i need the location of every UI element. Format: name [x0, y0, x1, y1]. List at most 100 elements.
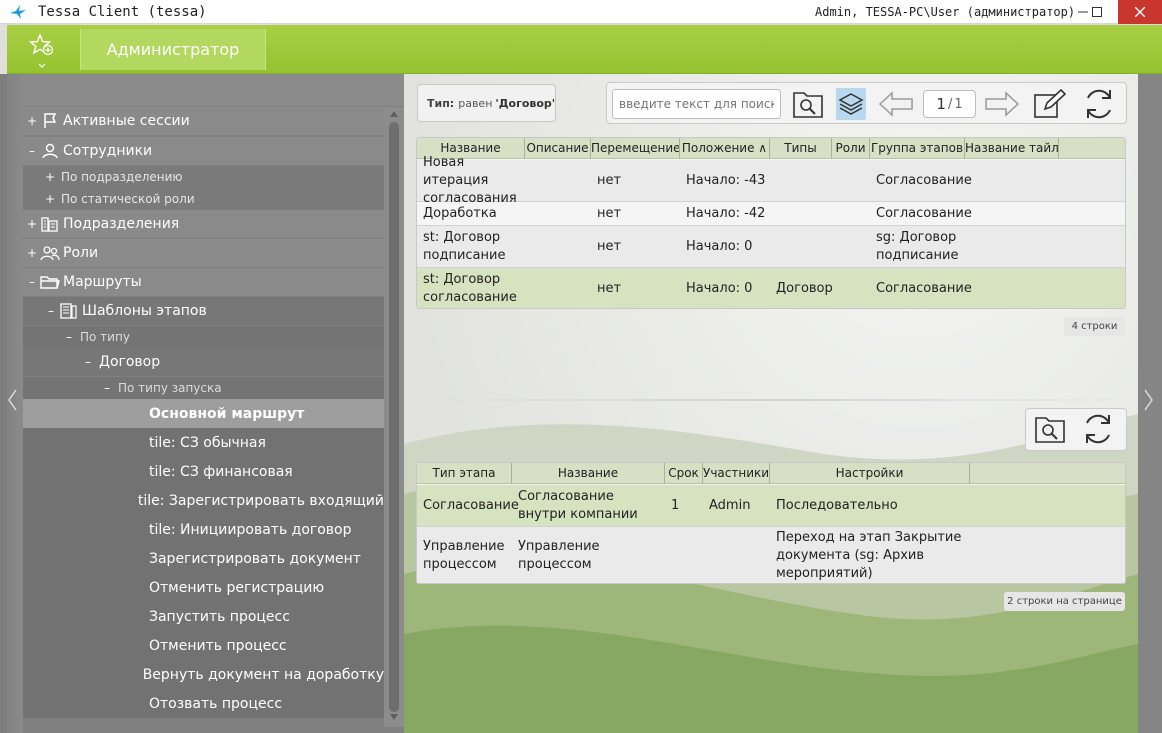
page-indicator[interactable]: 1/1	[923, 90, 976, 118]
chevron-left-icon[interactable]	[6, 388, 20, 412]
tree-item[interactable]: + Роли	[23, 239, 384, 267]
table-cell: Admin	[709, 498, 751, 513]
tree-item[interactable]: + По подразделению	[23, 166, 384, 188]
hierarchy-toggle-button[interactable]	[836, 88, 866, 120]
tree-item-label: По подразделению	[61, 170, 183, 184]
column-header[interactable]: Тип этапа	[417, 463, 512, 484]
column-header[interactable]: Участники	[703, 463, 770, 484]
next-page-button[interactable]	[983, 89, 1021, 119]
column-header[interactable]: Срок	[665, 463, 703, 484]
edit-button[interactable]	[1032, 86, 1068, 122]
table-cell	[531, 202, 587, 226]
tree-item[interactable]: tile: СЗ обычная	[23, 428, 384, 457]
tree-item[interactable]: – Сотрудники	[23, 137, 384, 165]
column-header[interactable]: Группа этапов	[870, 138, 965, 159]
filter-chip[interactable]: Тип: равен 'Договор'	[417, 84, 556, 122]
tree-item[interactable]: Отозвать процесс	[23, 689, 384, 718]
table-cell	[838, 160, 866, 202]
table-cell: Переход на этап Закрытие документа (sg: …	[776, 529, 962, 581]
tree-item[interactable]: Отменить процесс	[23, 631, 384, 660]
tree-item[interactable]: – По типу	[23, 326, 384, 348]
tab-administrator[interactable]: Администратор	[80, 29, 266, 70]
expand-icon[interactable]: +	[43, 192, 57, 206]
tree-item[interactable]: – Шаблоны этапов	[23, 297, 384, 325]
collapse-icon[interactable]: –	[25, 144, 39, 158]
tree-item[interactable]: tile: СЗ финансовая	[23, 457, 384, 486]
collapse-icon[interactable]: –	[81, 355, 95, 369]
tree-scrollbar-thumb[interactable]	[389, 122, 399, 712]
tree-item[interactable]: – Маршруты	[23, 268, 384, 296]
favorites-button[interactable]	[28, 33, 57, 69]
search-input[interactable]	[612, 89, 781, 119]
stages-grid: Название Описание Перемещение Положение ∧ Ти…	[416, 137, 1126, 309]
search-button[interactable]	[790, 87, 826, 121]
tree-item-label: Отменить процесс	[149, 637, 287, 654]
expand-icon[interactable]: +	[25, 217, 39, 231]
table-row[interactable]: st: Договор согласование нет Начало: 0 Дого…	[417, 268, 1125, 308]
navigation-tree: + Активные сессии – Сотрудники + По подраздел…	[23, 107, 384, 727]
table-cell: Новая итерация согласования	[423, 155, 517, 206]
collapse-icon[interactable]: –	[25, 275, 39, 289]
tree-item[interactable]: Запустить процесс	[23, 602, 384, 631]
column-header[interactable]: Название тайла	[965, 138, 1059, 159]
layers-icon	[838, 93, 864, 115]
expand-icon[interactable]: +	[43, 170, 57, 184]
previous-page-button[interactable]	[877, 89, 915, 119]
tree-item[interactable]: – Договор	[23, 348, 384, 376]
tree-item[interactable]: – По типу запуска	[23, 377, 384, 399]
maximize-button[interactable]	[1082, 0, 1112, 24]
column-header[interactable]: Перемещение	[591, 138, 680, 159]
table-row[interactable]: Новая итерация согласования нет Начало: -4…	[417, 155, 1125, 206]
collapse-icon[interactable]: –	[62, 330, 76, 344]
tree-item[interactable]: + Активные сессии	[23, 107, 384, 135]
column-header[interactable]: Название	[512, 463, 665, 484]
window-title-bar: Tessa Client (tessa) Admin, TESSA-PC\Use…	[0, 0, 1162, 24]
column-header[interactable]: Настройки	[770, 463, 970, 484]
scroll-up-icon[interactable]	[390, 111, 398, 117]
expand-icon[interactable]: +	[25, 114, 39, 128]
tree-item-label: По типу	[80, 330, 130, 344]
panel-divider[interactable]	[414, 399, 1128, 401]
detail-refresh-button[interactable]	[1078, 411, 1118, 447]
table-row[interactable]: Согласование Согласование внутри компании…	[417, 485, 1125, 527]
refresh-button[interactable]	[1079, 86, 1119, 122]
scroll-down-icon[interactable]	[390, 714, 398, 720]
expand-icon[interactable]: +	[25, 246, 39, 260]
column-header[interactable]: Положение ∧	[680, 138, 770, 159]
tree-item[interactable]: + По статической роли	[23, 188, 384, 210]
chevron-right-icon[interactable]	[1141, 388, 1155, 412]
tree-item[interactable]: Зарегистрировать документ	[23, 544, 384, 573]
tree-item-label: tile: СЗ финансовая	[149, 463, 293, 480]
tree-item-label: Отменить регистрацию	[149, 579, 325, 596]
tree-item[interactable]: Вернуть документ на доработку	[23, 660, 384, 689]
table-row[interactable]: Доработка нет Начало: -42 Согласование	[417, 202, 1125, 226]
navigation-panel-header	[23, 74, 404, 106]
tree-item-label: tile: Зарегистрировать входящий	[137, 492, 384, 509]
tree-item[interactable]: Отменить регистрацию	[23, 573, 384, 602]
tree-item[interactable]: tile: Зарегистрировать входящий	[23, 486, 384, 515]
tree-item-label: Маршруты	[63, 274, 142, 290]
table-row[interactable]: Управление процессом Управление процессом…	[417, 527, 1125, 583]
collapse-icon[interactable]: –	[100, 381, 114, 395]
table-row[interactable]: st: Договор подписание нет Начало: 0 sg: До…	[417, 226, 1125, 268]
table-cell: Начало: 0	[686, 239, 753, 254]
column-header[interactable]: Описание	[525, 138, 591, 159]
collapse-icon[interactable]: –	[44, 304, 58, 318]
column-header[interactable]: Типы	[770, 138, 832, 159]
table-cell: Доработка	[423, 206, 497, 221]
close-button[interactable]	[1118, 0, 1162, 24]
tree-item-label: Активные сессии	[63, 113, 190, 129]
table-cell: sg: Договор подписание	[876, 230, 959, 263]
tree-item[interactable]: + Подразделения	[23, 210, 384, 238]
stages-row-count: 4 строки	[1064, 317, 1125, 336]
table-cell	[971, 226, 1055, 268]
tree-item[interactable]: Основной маршрут	[23, 399, 384, 428]
tree-item[interactable]: tile: Инициировать договор	[23, 515, 384, 544]
column-header[interactable]: Роли	[832, 138, 870, 159]
table-cell: Согласование	[876, 206, 972, 221]
page-separator: /	[947, 96, 953, 112]
detail-search-button[interactable]	[1032, 412, 1068, 446]
close-icon	[1135, 7, 1145, 17]
table-cell	[971, 268, 1055, 308]
table-cell: 1	[671, 498, 680, 513]
